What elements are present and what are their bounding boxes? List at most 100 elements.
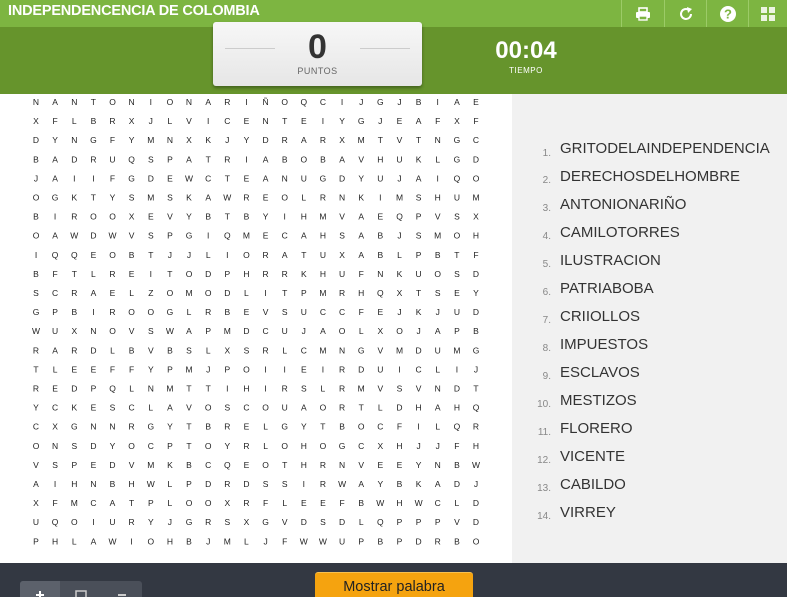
grid-letter[interactable]: B (224, 307, 230, 317)
grid-letter[interactable]: K (71, 193, 77, 203)
grid-letter[interactable]: V (263, 307, 269, 317)
grid-letter[interactable]: Y (244, 135, 250, 145)
grid-letter[interactable]: A (91, 288, 97, 298)
grid-letter[interactable]: I (264, 364, 266, 374)
grid-letter[interactable]: E (244, 173, 250, 183)
grid-letter[interactable]: C (473, 135, 479, 145)
grid-letter[interactable]: S (320, 517, 326, 527)
grid-letter[interactable]: O (320, 441, 327, 451)
grid-letter[interactable]: I (92, 173, 94, 183)
grid-letter[interactable]: A (52, 173, 58, 183)
grid-letter[interactable]: I (437, 173, 439, 183)
grid-letter[interactable]: A (205, 97, 211, 107)
grid-letter[interactable]: V (339, 212, 345, 222)
grid-letter[interactable]: X (473, 212, 479, 222)
grid-letter[interactable]: M (185, 288, 192, 298)
grid-letter[interactable]: C (33, 422, 39, 432)
grid-letter[interactable]: A (358, 231, 364, 241)
grid-letter[interactable]: O (128, 441, 135, 451)
grid-letter[interactable]: D (473, 269, 479, 279)
grid-letter[interactable]: L (129, 384, 134, 394)
grid-letter[interactable]: X (129, 116, 135, 126)
grid-letter[interactable]: D (263, 135, 269, 145)
grid-letter[interactable]: W (108, 536, 116, 546)
grid-letter[interactable]: F (435, 116, 440, 126)
grid-letter[interactable]: U (109, 154, 115, 164)
grid-letter[interactable]: E (91, 364, 97, 374)
grid-letter[interactable]: M (453, 345, 460, 355)
grid-letter[interactable]: T (225, 212, 230, 222)
grid-letter[interactable]: R (109, 307, 115, 317)
grid-letter[interactable]: C (205, 460, 211, 470)
grid-letter[interactable]: L (72, 116, 77, 126)
grid-letter[interactable]: B (205, 422, 211, 432)
grid-letter[interactable]: J (187, 250, 191, 260)
grid-letter[interactable]: G (33, 307, 40, 317)
grid-letter[interactable]: R (263, 345, 269, 355)
grid-letter[interactable]: I (303, 479, 305, 489)
grid-letter[interactable]: C (224, 116, 230, 126)
grid-letter[interactable]: F (52, 269, 57, 279)
grid-letter[interactable]: W (70, 231, 78, 241)
grid-letter[interactable]: R (71, 288, 77, 298)
grid-letter[interactable]: E (301, 116, 307, 126)
grid-letter[interactable]: P (52, 307, 58, 317)
grid-letter[interactable]: W (166, 326, 174, 336)
grid-letter[interactable]: H (129, 479, 135, 489)
grid-letter[interactable]: D (71, 384, 77, 394)
grid-letter[interactable]: C (52, 403, 58, 413)
grid-letter[interactable]: M (319, 345, 326, 355)
grid-letter[interactable]: V (186, 116, 192, 126)
grid-letter[interactable]: E (244, 116, 250, 126)
grid-letter[interactable]: J (34, 173, 38, 183)
grid-letter[interactable]: B (358, 498, 364, 508)
grid-letter[interactable]: K (167, 460, 173, 470)
grid-letter[interactable]: V (129, 231, 135, 241)
grid-letter[interactable]: J (149, 116, 153, 126)
grid-letter[interactable]: P (358, 536, 364, 546)
grid-letter[interactable]: A (339, 154, 345, 164)
grid-letter[interactable]: P (416, 517, 422, 527)
grid-letter[interactable]: O (109, 97, 116, 107)
grid-letter[interactable]: R (109, 116, 115, 126)
grid-letter[interactable]: B (129, 250, 135, 260)
grid-letter[interactable]: R (224, 154, 230, 164)
grid-letter[interactable]: K (416, 479, 422, 489)
grid-letter[interactable]: R (282, 384, 288, 394)
grid-letter[interactable]: I (245, 97, 247, 107)
grid-letter[interactable]: X (224, 498, 230, 508)
grid-letter[interactable]: L (435, 422, 440, 432)
grid-letter[interactable]: K (205, 135, 211, 145)
grid-letter[interactable]: O (90, 212, 97, 222)
grid-letter[interactable]: Q (52, 250, 59, 260)
grid-letter[interactable]: I (284, 364, 286, 374)
grid-letter[interactable]: N (377, 269, 383, 279)
grid-letter[interactable]: J (168, 517, 172, 527)
grid-letter[interactable]: V (167, 212, 173, 222)
grid-letter[interactable]: I (207, 231, 209, 241)
grid-letter[interactable]: L (282, 345, 287, 355)
zoom-in-button[interactable] (20, 581, 60, 597)
grid-letter[interactable]: I (92, 517, 94, 527)
grid-letter[interactable]: O (205, 288, 212, 298)
grid-letter[interactable]: D (243, 479, 249, 489)
grid-letter[interactable]: T (206, 154, 211, 164)
grid-letter[interactable]: B (454, 536, 460, 546)
grid-letter[interactable]: G (320, 173, 327, 183)
grid-letter[interactable]: E (301, 498, 307, 508)
grid-letter[interactable]: S (397, 384, 403, 394)
grid-letter[interactable]: Q (454, 422, 461, 432)
grid-letter[interactable]: A (416, 116, 422, 126)
grid-letter[interactable]: L (282, 498, 287, 508)
grid-letter[interactable]: G (454, 154, 461, 164)
grid-letter[interactable]: I (130, 536, 132, 546)
grid-letter[interactable]: L (187, 307, 192, 317)
grid-letter[interactable]: I (207, 116, 209, 126)
grid-letter[interactable]: B (320, 154, 326, 164)
grid-letter[interactable]: L (263, 422, 268, 432)
grid-letter[interactable]: P (167, 154, 173, 164)
grid-letter[interactable]: I (226, 384, 228, 394)
grid-letter[interactable]: O (128, 307, 135, 317)
grid-letter[interactable]: L (244, 536, 249, 546)
grid-letter[interactable]: R (339, 364, 345, 374)
